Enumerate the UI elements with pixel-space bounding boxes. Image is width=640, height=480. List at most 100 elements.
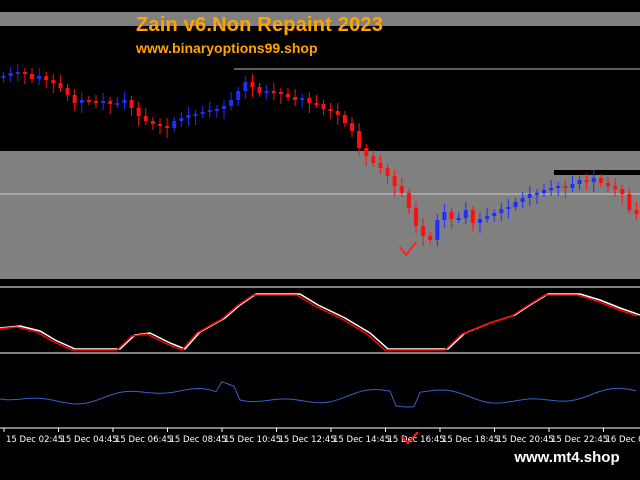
support-zone (0, 151, 640, 279)
candle-body (278, 92, 283, 94)
candle-body (65, 88, 70, 95)
candle-body (506, 207, 511, 209)
candle-body (406, 193, 411, 208)
candle-body (300, 98, 305, 100)
candle-body (620, 189, 625, 194)
candle-body (257, 87, 262, 93)
candle-body (179, 118, 184, 121)
candle-body (30, 74, 34, 79)
chart-subtitle: www.binaryoptions99.shop (136, 40, 318, 56)
candle-body (606, 183, 610, 186)
candle-body (392, 176, 397, 186)
candle-body (634, 210, 639, 214)
candle-body (193, 114, 198, 116)
candle-body (122, 100, 127, 103)
candle-body (449, 212, 454, 219)
candle-body (577, 180, 582, 184)
candle-body (527, 194, 532, 198)
zone-marker (554, 170, 640, 175)
candle-body (1, 76, 6, 78)
candle-body (108, 101, 113, 104)
candle-body (570, 184, 575, 188)
candle-body (72, 95, 77, 103)
tick-label: 15 Dec 06:45 (115, 435, 172, 445)
candle-body (214, 109, 219, 111)
candle-body (478, 219, 482, 223)
candle-body (357, 131, 362, 148)
candle-body (470, 210, 475, 223)
candle-body (58, 83, 63, 88)
candle-body (542, 190, 546, 193)
candle-body (442, 212, 447, 220)
candle-body (627, 194, 632, 210)
tick-label: 15 Dec 16:45 (388, 435, 445, 445)
candle-body (271, 91, 276, 93)
footer-site-label[interactable]: www.mt4.shop (497, 444, 637, 472)
candle-body (37, 76, 42, 79)
candle-body (399, 186, 404, 193)
candle-body (520, 198, 525, 202)
candle-body (86, 100, 91, 102)
tick-label: 15 Dec 18:45 (442, 435, 499, 445)
candle-body (293, 97, 298, 100)
candle-body (79, 100, 84, 103)
candle-body (321, 104, 326, 109)
tick-label: 15 Dec 02:45 (6, 435, 63, 445)
candle-body (150, 121, 155, 124)
candle-body (115, 103, 120, 105)
chart-title: Zain v6.Non Repaint 2023 (136, 14, 384, 36)
candle-body (385, 168, 390, 176)
candle-body (342, 115, 347, 123)
candle-body (549, 188, 554, 190)
candle-body (314, 103, 319, 105)
candle-body (165, 126, 170, 128)
candle-body (485, 216, 490, 219)
candle-body (250, 82, 255, 87)
candle-body (236, 91, 241, 100)
candle-body (456, 218, 461, 220)
candle-body (229, 100, 234, 106)
tick-label: 15 Dec 14:45 (333, 435, 390, 445)
candle-body (207, 110, 212, 112)
candle-body (136, 108, 141, 116)
candle-body (534, 193, 539, 195)
candle-body (264, 91, 269, 93)
candle-body (94, 101, 98, 103)
tick-label: 15 Dec 10:45 (224, 435, 281, 445)
price-chart[interactable]: 15 Dec 02:4515 Dec 04:4515 Dec 06:45 15 D… (0, 0, 640, 480)
tick-label: 15 Dec 12:45 (279, 435, 336, 445)
candle-body (22, 72, 27, 74)
candle-body (186, 115, 191, 118)
candle-body (513, 202, 518, 207)
candle-body (584, 180, 589, 182)
candle-body (591, 178, 596, 182)
candle-body (143, 116, 148, 121)
candle-body (499, 209, 504, 213)
candle-body (243, 82, 248, 91)
candle-body (222, 106, 226, 109)
candle-body (335, 111, 340, 115)
candle-body (101, 101, 106, 103)
tick-label: 15 Dec 04:45 (61, 435, 118, 445)
candle-body (492, 213, 497, 216)
candle-body (371, 156, 376, 163)
candle-body (200, 112, 205, 114)
candle-body (44, 76, 49, 80)
candle-body (158, 124, 162, 126)
candle-body (598, 178, 603, 183)
candle-body (414, 208, 418, 226)
candle-body (15, 72, 20, 74)
candle-body (613, 186, 618, 189)
candle-body (463, 210, 468, 218)
candle-body (556, 186, 561, 188)
candle-body (8, 73, 13, 76)
candle-body (364, 148, 369, 156)
candle-body (435, 220, 440, 240)
candle-body (307, 98, 312, 103)
candle-body (350, 123, 354, 131)
candle-body (51, 80, 56, 83)
candle-body (172, 121, 177, 128)
candle-body (421, 226, 426, 236)
candle-body (563, 186, 568, 188)
candle-body (328, 109, 333, 111)
